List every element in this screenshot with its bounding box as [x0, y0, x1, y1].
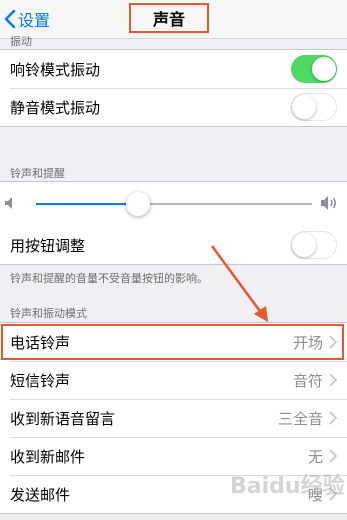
volume-slider-fill: [36, 203, 139, 205]
row-label: 收到新语音留言: [10, 409, 116, 428]
row-label: 收到新邮件: [10, 447, 86, 466]
row-silent-vibrate: 静音模式振动: [0, 88, 347, 126]
chevron-right-icon: [329, 411, 337, 425]
speaker-low-icon: [5, 197, 12, 209]
toggle-knob: [292, 233, 316, 257]
row-change-with-buttons: 用按钮调整: [0, 226, 347, 264]
volume-slider-knob[interactable]: [126, 192, 151, 216]
ring-vibrate-toggle[interactable]: [291, 55, 337, 83]
volume-slider[interactable]: [36, 192, 312, 216]
back-label: 设置: [18, 11, 51, 30]
section-header-vibration: 振动: [10, 35, 32, 48]
row-label: 响铃模式振动: [10, 60, 101, 79]
ringer-footnote: 铃声和提醒的音量不受音量按钮的影响。: [10, 272, 208, 285]
back-button[interactable]: 设置: [4, 8, 50, 30]
section-header-ringer: 铃声和提醒: [10, 167, 65, 180]
navigation-bar: 设置 声音: [0, 0, 347, 39]
row-new-voicemail[interactable]: 收到新语音留言 三全音: [0, 399, 347, 437]
row-ringtone[interactable]: 电话铃声 开场: [0, 323, 347, 361]
row-ring-vibrate: 响铃模式振动: [0, 50, 347, 88]
row-label: 用按钮调整: [10, 236, 86, 255]
chevron-right-icon: [329, 335, 337, 349]
row-value: 音符: [292, 371, 323, 390]
watermark-logo: Baidu经验: [230, 474, 345, 499]
row-label: 短信铃声: [10, 371, 71, 390]
chevron-right-icon: [329, 373, 337, 387]
row-value: 开场: [292, 333, 323, 352]
section-header-patterns: 铃声和振动模式: [10, 307, 87, 320]
change-with-buttons-toggle[interactable]: [291, 231, 337, 259]
silent-vibrate-toggle[interactable]: [291, 93, 337, 121]
toggle-knob: [292, 95, 316, 119]
ringer-group: 用按钮调整: [0, 181, 347, 265]
page-title: 声音: [129, 3, 209, 33]
row-value: 无: [307, 447, 323, 466]
speaker-high-icon: [321, 196, 336, 210]
volume-slider-row: [0, 182, 347, 226]
row-value: 三全音: [277, 409, 323, 428]
vibration-group: 响铃模式振动 静音模式振动: [0, 49, 347, 127]
chevron-left-icon: [4, 9, 16, 29]
row-text-tone[interactable]: 短信铃声 音符: [0, 361, 347, 399]
chevron-right-icon: [329, 449, 337, 463]
row-label: 静音模式振动: [10, 98, 101, 117]
toggle-knob: [312, 57, 336, 81]
row-label: 电话铃声: [10, 333, 71, 352]
